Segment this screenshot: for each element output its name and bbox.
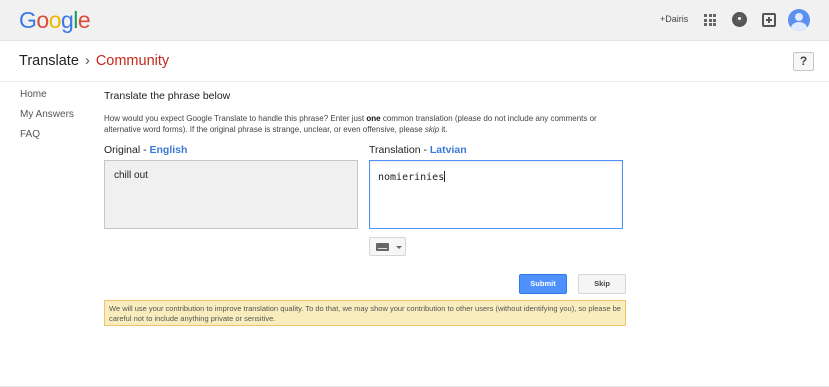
instructions-part-c: it. <box>439 124 448 134</box>
logo-letter: g <box>60 7 74 33</box>
logo-letter: o <box>48 7 62 33</box>
keyboard-icon <box>376 243 389 251</box>
translation-label: Translation - Latvian <box>369 144 467 156</box>
instructions-part-a: How would you expect Google Translate to… <box>104 114 367 123</box>
sidebar-item-faq[interactable]: FAQ <box>20 129 74 149</box>
sidebar-item-my-answers[interactable]: My Answers <box>20 109 74 129</box>
instructions-bold: one <box>366 114 381 123</box>
title-translate[interactable]: Translate <box>19 53 79 69</box>
google-bar: Google +Dairis <box>0 0 829 41</box>
logo-letter: G <box>19 7 37 33</box>
plus-user-link[interactable]: +Dairis <box>660 14 688 24</box>
original-label: Original - English <box>104 144 187 156</box>
input-tools-button[interactable] <box>369 237 406 256</box>
instructions-italic: skip <box>424 124 440 134</box>
skip-button[interactable]: Skip <box>578 274 626 294</box>
original-label-text: Original - <box>104 144 150 156</box>
page-title: Translate › Community <box>19 53 169 69</box>
original-language: English <box>149 144 188 156</box>
task-heading: Translate the phrase below <box>104 90 231 102</box>
notifications-icon[interactable] <box>732 12 747 27</box>
account-avatar[interactable] <box>788 9 810 31</box>
instructions: How would you expect Google Translate to… <box>104 114 624 135</box>
translation-input-value: nomierinies <box>378 172 445 183</box>
google-logo[interactable]: Google <box>19 7 91 34</box>
original-phrase-box: chill out <box>104 160 358 229</box>
title-bar: Translate › Community <box>0 41 829 82</box>
submit-button[interactable]: Submit <box>519 274 567 294</box>
translation-input[interactable]: nomierinies <box>369 160 623 229</box>
help-button[interactable]: ? <box>793 52 814 71</box>
logo-letter: o <box>36 7 49 33</box>
sidebar-nav: Home My Answers FAQ <box>20 89 74 149</box>
translation-language: Latvian <box>429 144 467 156</box>
title-community: Community <box>95 53 170 69</box>
breadcrumb-separator: › <box>84 53 90 69</box>
logo-letter: e <box>77 7 91 33</box>
chevron-down-icon <box>396 246 402 249</box>
apps-grid-icon[interactable] <box>704 14 716 26</box>
share-plus-icon[interactable] <box>762 13 776 27</box>
sidebar-item-home[interactable]: Home <box>20 89 74 109</box>
text-caret <box>444 171 446 182</box>
translation-label-text: Translation - <box>369 144 430 156</box>
privacy-notice: We will use your contribution to improve… <box>104 300 626 326</box>
